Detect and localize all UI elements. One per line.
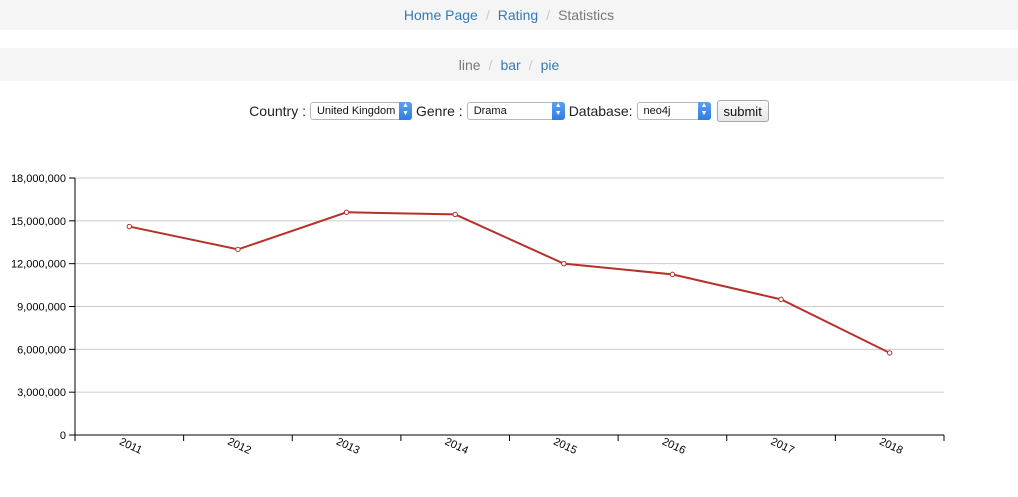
data-point (561, 260, 567, 267)
chart-type-line: line (458, 56, 481, 73)
select-arrows-icon: ▲ ▼ (551, 102, 565, 120)
breadcrumb-separator: / (546, 7, 551, 23)
chart-axes: 0 3,000,000 6,000,000 9,000,000 12,000,000 15… (11, 173, 945, 457)
x-tick-label: 2016 (660, 436, 687, 457)
y-tick-label: 9,000,000 (17, 302, 66, 314)
submit-button[interactable]: submit (716, 100, 769, 122)
breadcrumb-rating-link[interactable]: Rating (498, 7, 538, 23)
chart-series (126, 209, 893, 356)
x-tick-label: 2012 (226, 436, 253, 457)
country-select[interactable]: United Kingdom ▲ ▼ (309, 102, 412, 120)
data-point (778, 296, 784, 303)
y-tick-label: 3,000,000 (17, 387, 66, 399)
y-tick-label: 6,000,000 (17, 344, 66, 356)
data-point (452, 211, 458, 218)
y-tick-label: 0 (60, 430, 66, 442)
select-arrows-icon: ▲ ▼ (398, 102, 412, 120)
data-point (235, 246, 241, 253)
x-tick-label: 2015 (551, 436, 578, 457)
line-chart: 0 3,000,000 6,000,000 9,000,000 12,000,000 15… (11, 173, 945, 457)
breadcrumb-separator: / (485, 7, 490, 23)
data-point (669, 271, 676, 278)
data-point (343, 209, 350, 215)
breadcrumb-home-link[interactable]: Home Page (404, 7, 478, 23)
x-tick-label: 2018 (877, 436, 904, 457)
data-point (886, 350, 893, 356)
data-point (126, 223, 133, 230)
filter-form: Country : United Kingdom ▲ ▼ Genre : Dram… (0, 99, 1018, 123)
x-tick-label: 2011 (117, 436, 144, 457)
x-tick-label: 2014 (443, 436, 470, 457)
x-tick-label: 2017 (769, 436, 796, 457)
chart-gridlines (75, 177, 944, 393)
genre-select-value: Drama (473, 105, 507, 117)
chart-type-bar-link[interactable]: bar (500, 57, 520, 73)
country-select-value: United Kingdom (316, 105, 396, 117)
y-tick-label: 18,000,000 (11, 173, 66, 185)
database-label: Database: (568, 103, 633, 119)
select-arrows-icon: ▲ ▼ (697, 102, 711, 120)
y-tick-label: 12,000,000 (11, 259, 66, 271)
series-line (129, 211, 891, 354)
genre-label: Genre : (415, 103, 463, 119)
database-select[interactable]: neo4j ▲ ▼ (636, 102, 711, 120)
y-tick-label: 15,000,000 (11, 216, 66, 228)
chart-type-nav: line / bar / pie (0, 48, 1018, 81)
country-label: Country : (249, 103, 306, 119)
database-select-value: neo4j (643, 105, 671, 117)
chart-type-separator: / (488, 56, 493, 73)
x-tick-label: 2013 (334, 436, 361, 457)
breadcrumb: Home Page / Rating / Statistics (0, 0, 1018, 30)
genre-select[interactable]: Drama ▲ ▼ (466, 102, 565, 120)
chart-type-pie-link[interactable]: pie (541, 57, 560, 73)
chart-type-separator: / (528, 56, 533, 73)
breadcrumb-statistics: Statistics (558, 7, 615, 23)
